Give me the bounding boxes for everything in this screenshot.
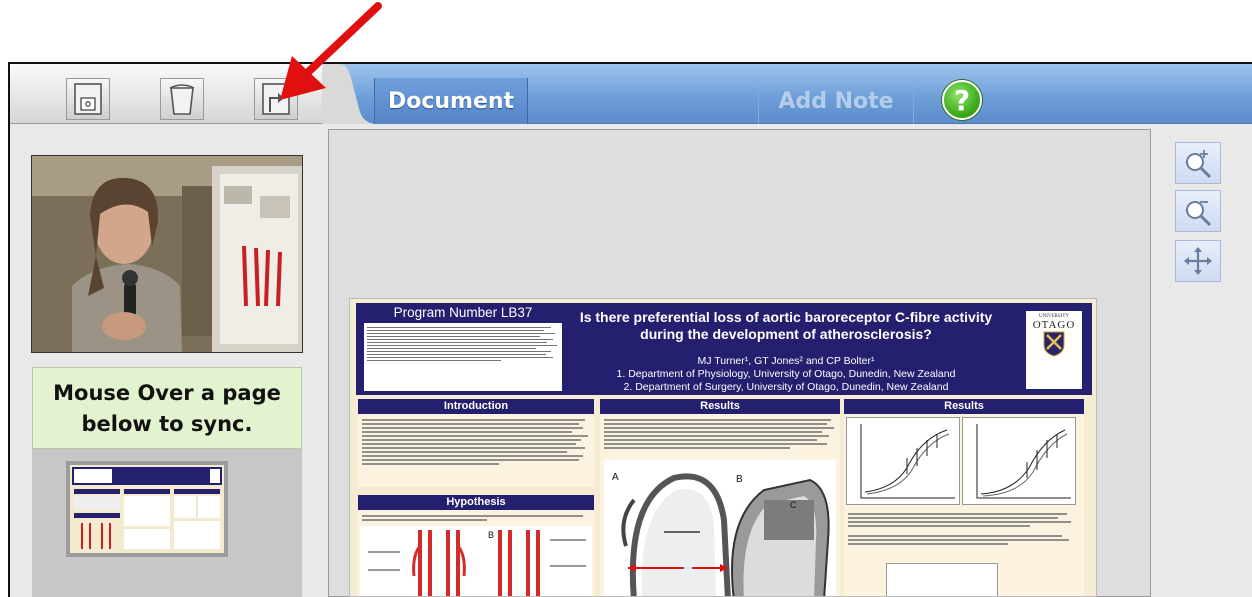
move-arrows-icon bbox=[1184, 247, 1212, 275]
zoom-out-icon bbox=[1186, 201, 1212, 227]
introduction-heading: Introduction bbox=[358, 399, 594, 414]
page-thumbnail-1[interactable] bbox=[66, 461, 228, 557]
figure-label-c: C bbox=[790, 500, 797, 510]
hypothesis-figure: B bbox=[360, 526, 592, 596]
delete-button[interactable] bbox=[160, 78, 204, 120]
logo-otago: OTAGO bbox=[1032, 319, 1076, 331]
poster-authors: MJ Turner¹, GT Jones² and CP Bolter¹ 1. … bbox=[566, 355, 1006, 394]
help-button[interactable]: ? bbox=[942, 80, 982, 120]
results-text bbox=[848, 511, 1076, 547]
zoom-in-button[interactable] bbox=[1175, 142, 1221, 184]
abstract-box bbox=[364, 323, 562, 391]
affiliation-1: 1. Department of Physiology, University … bbox=[616, 368, 956, 380]
tab-document[interactable]: Document bbox=[374, 78, 528, 124]
otago-logo: UNIVERSITY OTAGO bbox=[1026, 311, 1082, 389]
figure-label-b: B bbox=[488, 530, 494, 540]
crest-icon bbox=[1043, 331, 1065, 357]
results-chart-1 bbox=[846, 417, 960, 505]
authors-line: MJ Turner¹, GT Jones² and CP Bolter¹ bbox=[697, 355, 875, 367]
results-heading-2: Results bbox=[844, 399, 1084, 414]
affiliation-2: 2. Department of Surgery, University of … bbox=[623, 381, 949, 393]
zoom-in-icon bbox=[1186, 150, 1212, 179]
hypothesis-heading: Hypothesis bbox=[358, 495, 594, 510]
tab-add-note[interactable]: Add Note bbox=[758, 78, 914, 124]
presenter-video-frame bbox=[32, 156, 302, 352]
poster-header: Program Number LB37 Is there preferentia… bbox=[356, 303, 1092, 395]
hypothesis-section: Hypothesis B bbox=[358, 495, 594, 596]
sync-message: Mouse Over a page below to sync. bbox=[32, 367, 302, 449]
program-number: Program Number LB37 bbox=[393, 305, 533, 320]
save-button[interactable] bbox=[66, 78, 110, 120]
zoom-out-button[interactable] bbox=[1175, 190, 1221, 232]
pan-button[interactable] bbox=[1175, 240, 1221, 282]
histology-figure: A B C bbox=[604, 460, 836, 596]
results-chart-3 bbox=[886, 563, 998, 596]
dose-response-curve-1 bbox=[860, 424, 955, 499]
trash-can-icon bbox=[169, 84, 195, 115]
introduction-section: Introduction bbox=[358, 399, 594, 487]
poster-page[interactable]: Program Number LB37 Is there preferentia… bbox=[349, 298, 1097, 597]
figure-label-b: B bbox=[736, 474, 743, 485]
annotation-arrow bbox=[280, 2, 382, 100]
floppy-disk-icon bbox=[74, 83, 102, 115]
results-section-1: Results A B C bbox=[600, 399, 840, 596]
results-heading-1: Results bbox=[600, 399, 840, 414]
poster-thumbnail bbox=[70, 465, 224, 553]
figure-label-a: A bbox=[612, 472, 619, 483]
dose-response-curve-2 bbox=[976, 424, 1071, 499]
poster-title: Is there preferential loss of aortic bar… bbox=[579, 309, 993, 342]
results-chart-2 bbox=[962, 417, 1076, 505]
presenter-video[interactable] bbox=[31, 155, 303, 353]
help-icon: ? bbox=[953, 83, 971, 117]
